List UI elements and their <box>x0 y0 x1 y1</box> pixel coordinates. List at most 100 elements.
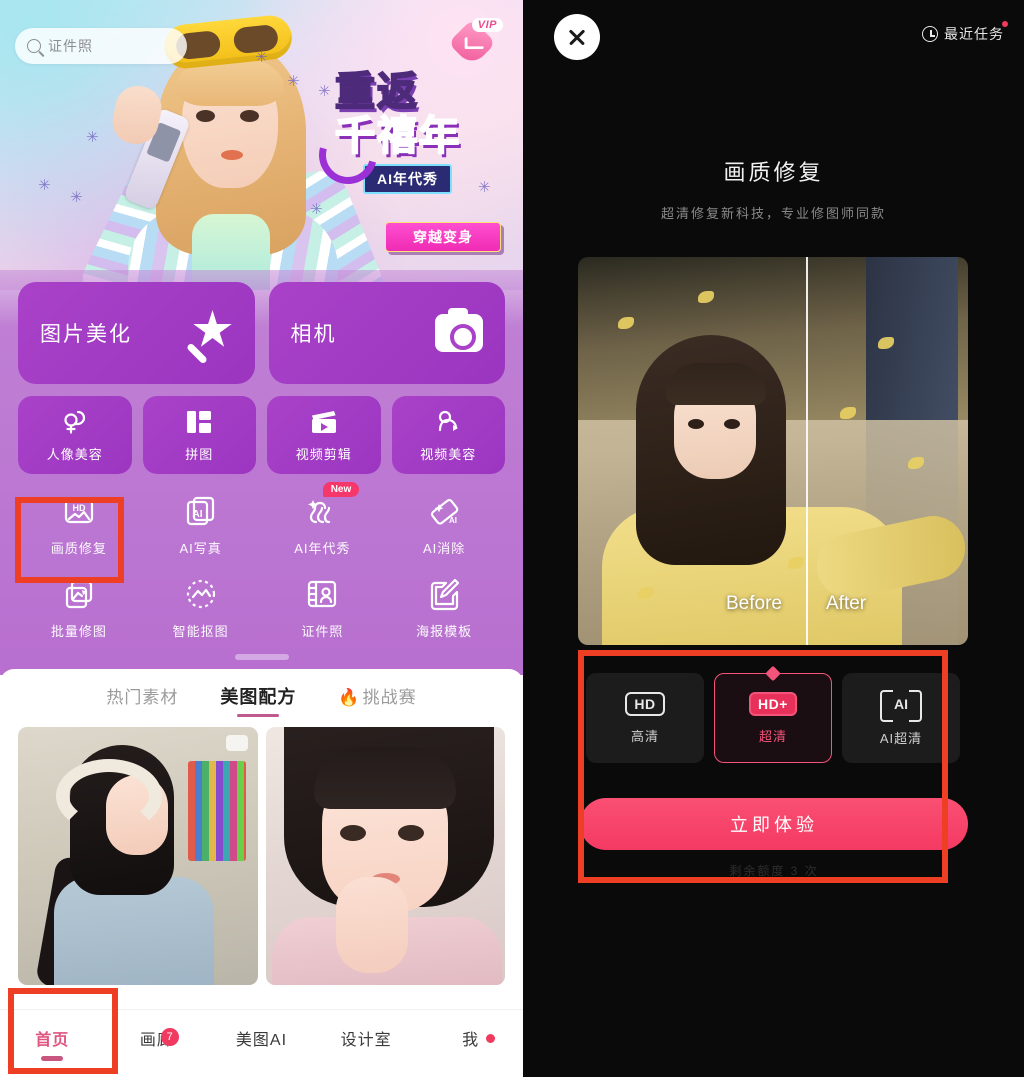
screenshot-root: ✳ ✳ ✳ ✳ ✳ ✳ ✳ ✳ 证件照 VIP 重返 千禧年 AI年代秀 穿越变 <box>0 0 1024 1077</box>
vip-badge[interactable]: VIP <box>447 18 503 68</box>
secondary-feature-row: 人像美容 拼图 视频剪辑 视频美容 <box>18 396 505 474</box>
tab-label: 美图配方 <box>220 687 297 707</box>
tab-meitu-recipes[interactable]: 美图配方 <box>220 683 296 719</box>
nav-label: 美图AI <box>235 1032 288 1049</box>
ai-bracket-icon: AI <box>880 689 922 722</box>
svg-text:AI: AI <box>449 516 457 525</box>
magic-wand-icon <box>185 310 233 365</box>
option-chip-hd[interactable]: HD 高清 <box>586 673 704 763</box>
page-subtitle: 超清修复新科技，专业修图师同款 <box>660 206 886 221</box>
ai-eraser-icon: AI <box>427 494 461 528</box>
bottom-navigation: 首页 7 画廊 美图AI 设计室 我 <box>0 1009 523 1077</box>
home-hero-banner[interactable]: ✳ ✳ ✳ ✳ ✳ ✳ ✳ ✳ 证件照 VIP 重返 千禧年 AI年代秀 穿越变 <box>0 0 523 290</box>
left-phone-home-screen: ✳ ✳ ✳ ✳ ✳ ✳ ✳ ✳ 证件照 VIP 重返 千禧年 AI年代秀 穿越变 <box>0 0 523 1077</box>
cta-note-text: 剩余额度 3 次 <box>729 864 819 878</box>
grid-item-hd-restore[interactable]: HD 画质修复 <box>18 490 140 557</box>
nav-item-meitu-ai[interactable]: 美图AI <box>209 1026 314 1061</box>
grid-item-label: 智能抠图 <box>172 624 229 639</box>
nav-item-home[interactable]: 首页 <box>0 1026 105 1061</box>
nav-label: 我 <box>462 1032 480 1049</box>
banner-line-1: 重返 <box>334 70 419 114</box>
quality-option-chips: HD 高清 HD+ 超清 AI AI超清 <box>586 673 960 763</box>
grid-item-smart-cutout[interactable]: 智能抠图 <box>140 573 262 640</box>
feature-label: 拼图 <box>185 446 214 462</box>
recent-tasks-button[interactable]: 最近任务 <box>922 21 1008 44</box>
page-title: 画质修复 <box>723 160 824 185</box>
video-beauty-icon <box>434 408 462 436</box>
feature-grid-row-2: 批量修图 智能抠图 证件照 海报模板 <box>18 573 505 640</box>
banner-artwork-text: 重返 千禧年 AI年代秀 <box>308 70 505 195</box>
id-photo-icon <box>305 577 339 611</box>
feature-label: 视频美容 <box>420 446 477 462</box>
grid-item-label: AI年代秀 <box>294 541 351 556</box>
poster-template-icon <box>427 577 461 611</box>
search-placeholder: 证件照 <box>48 38 93 54</box>
feature-collage[interactable]: 拼图 <box>142 396 256 474</box>
grid-item-ai-eraser[interactable]: AI AI消除 <box>383 490 505 557</box>
camera-icon <box>435 308 483 352</box>
ai-portrait-icon: AI <box>184 494 218 528</box>
tab-label: 热门素材 <box>106 688 179 707</box>
option-chip-label: 超清 <box>758 728 787 744</box>
hd-badge-icon: HD <box>625 691 665 716</box>
svg-text:AI: AI <box>192 509 202 520</box>
after-label: After <box>826 593 867 614</box>
nav-item-design-studio[interactable]: 设计室 <box>314 1026 419 1061</box>
grid-item-id-photo[interactable]: 证件照 <box>262 573 384 640</box>
history-clock-icon <box>922 26 938 42</box>
primary-feature-row: 图片美化 相机 <box>18 282 505 384</box>
banner-cta-button[interactable]: 穿越变身 <box>385 222 501 252</box>
banner-subtag: AI年代秀 <box>363 164 452 194</box>
feature-video-edit[interactable]: 视频剪辑 <box>267 396 381 474</box>
nav-label: 设计室 <box>340 1032 392 1049</box>
grid-item-label: 批量修图 <box>50 624 107 639</box>
vip-label: VIP <box>471 18 503 32</box>
hd-photo-icon: HD <box>62 494 96 528</box>
feature-card-photo-beautify[interactable]: 图片美化 <box>18 282 255 384</box>
feature-video-beauty[interactable]: 视频美容 <box>391 396 505 474</box>
nav-item-me[interactable]: 我 <box>418 1026 523 1061</box>
feature-card-camera[interactable]: 相机 <box>268 282 505 384</box>
content-card[interactable] <box>18 727 258 985</box>
feature-portrait-beauty[interactable]: 人像美容 <box>18 396 132 474</box>
tab-label: 挑战赛 <box>362 688 417 707</box>
content-tabs: 热门素材 美图配方 🔥 挑战赛 <box>0 683 523 719</box>
search-icon <box>27 39 41 53</box>
grid-item-label: 证件照 <box>301 624 344 639</box>
close-icon <box>567 27 587 47</box>
nav-label: 首页 <box>35 1032 70 1049</box>
feature-label: 视频剪辑 <box>295 446 352 462</box>
feature-card-label: 相机 <box>290 323 337 346</box>
grid-item-ai-era-show[interactable]: New AI年代秀 <box>262 482 384 557</box>
grid-item-poster-template[interactable]: 海报模板 <box>383 573 505 640</box>
option-chip-ultra-hd[interactable]: HD+ 超清 <box>714 673 832 763</box>
nav-item-gallery[interactable]: 7 画廊 <box>105 1026 210 1061</box>
try-now-button[interactable]: 立即体验 <box>580 798 968 850</box>
recent-tasks-dot-icon <box>1002 21 1008 27</box>
tab-hot-materials[interactable]: 热门素材 <box>106 683 178 719</box>
grid-item-label: AI写真 <box>179 541 222 556</box>
content-tabs-section: 热门素材 美图配方 🔥 挑战赛 <box>0 669 523 985</box>
grid-item-batch-retouch[interactable]: 批量修图 <box>18 573 140 640</box>
feature-label: 人像美容 <box>46 446 103 462</box>
smart-cutout-icon <box>184 577 218 611</box>
content-card-grid <box>0 719 523 985</box>
grid-item-label: 画质修复 <box>50 541 107 556</box>
before-label: Before <box>726 593 782 614</box>
grid-item-label: 海报模板 <box>416 624 473 639</box>
option-chip-label: AI超清 <box>879 730 923 746</box>
collage-icon <box>185 408 213 436</box>
search-input[interactable]: 证件照 <box>15 28 187 64</box>
grid-item-ai-portrait[interactable]: AI AI写真 <box>140 490 262 557</box>
option-chip-ai-ultra-hd[interactable]: AI AI超清 <box>842 673 960 763</box>
close-button[interactable] <box>554 14 600 60</box>
ai-era-show-icon <box>305 494 339 528</box>
recent-tasks-label: 最近任务 <box>944 26 1004 42</box>
feature-page-indicator[interactable] <box>18 654 505 660</box>
before-after-divider-handle[interactable] <box>806 257 808 645</box>
content-card[interactable] <box>265 727 505 985</box>
before-after-preview[interactable]: Before After <box>578 257 968 645</box>
tab-challenge[interactable]: 🔥 挑战赛 <box>338 683 416 719</box>
nav-badge-count: 7 <box>161 1028 180 1046</box>
feature-card-label: 图片美化 <box>40 323 132 346</box>
